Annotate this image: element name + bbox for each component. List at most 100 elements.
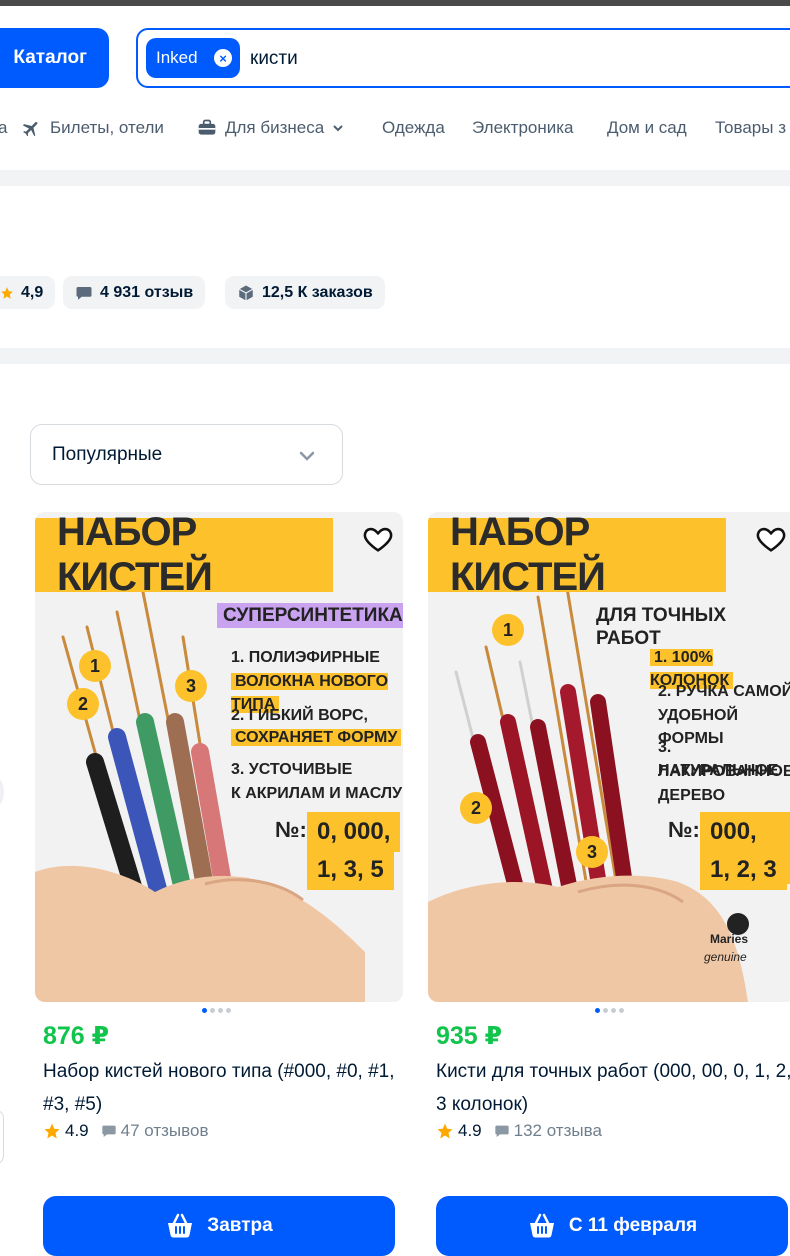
image-line-4: СОХРАНЯЕТ ФОРМУ: [231, 726, 402, 749]
image-no-label: №:: [275, 817, 307, 842]
search-query[interactable]: кисти: [250, 48, 298, 70]
image-pagination: [595, 1008, 624, 1013]
product-rating-value: 4.9: [65, 1121, 89, 1140]
image-line-1: 1. ПОЛИЭФИРНЫЕ: [231, 649, 380, 666]
nav-item-label: Для бизнеса: [225, 118, 325, 137]
product-price: 876 ₽: [43, 1022, 110, 1050]
carousel-prev-button[interactable]: [0, 774, 4, 810]
airplane-icon: [22, 122, 38, 137]
image-badge-1: 1: [79, 650, 111, 682]
comment-icon: [101, 1125, 116, 1137]
image-line-5: ЛАКИРОВАННОЕ: [658, 763, 790, 780]
reviews-badge[interactable]: 4 931 отзыв: [63, 276, 206, 309]
image-badge-3: 3: [576, 836, 608, 868]
nav-item-clothes[interactable]: Одежда: [382, 118, 445, 138]
category-nav: а Билеты, отели Для бизнеса Одежда Элект…: [0, 112, 790, 144]
image-badge-1: 1: [492, 614, 524, 646]
section-divider: [0, 170, 790, 186]
sort-select[interactable]: Популярные: [30, 424, 343, 485]
window-top-strip: [0, 0, 790, 6]
image-line-6: ДЕРЕВО: [658, 787, 726, 804]
pagination-dot[interactable]: [611, 1008, 616, 1013]
chip-remove-icon[interactable]: ×: [214, 49, 232, 67]
pagination-dot[interactable]: [595, 1008, 600, 1013]
star-icon: [44, 1123, 60, 1139]
section-divider: [0, 348, 790, 364]
product-card[interactable]: НАБОР КИСТЕЙ ДЛЯ ТОЧНЫХ РАБОТ 1. 100% КО…: [428, 512, 790, 1256]
product-rating[interactable]: 4.9 132 отзыва: [436, 1121, 602, 1141]
comment-icon: [76, 286, 92, 300]
image-line-3: 2. ГИБКИЙ ВОРС,: [231, 707, 368, 724]
nav-item-business[interactable]: Для бизнеса: [197, 118, 344, 138]
product-card[interactable]: НАБОР КИСТЕЙ СУПЕРСИНТЕТИКА 1. ПОЛИЭФИРН…: [35, 512, 405, 1256]
pagination-dot[interactable]: [226, 1008, 231, 1013]
image-no-label: №:: [668, 817, 700, 842]
image-line-4-text: СОХРАНЯЕТ ФОРМУ: [231, 729, 402, 746]
search-brand-chip[interactable]: Inked ×: [146, 38, 240, 78]
image-subtitle: СУПЕРСИНТЕТИКА: [217, 603, 403, 628]
pagination-dot[interactable]: [210, 1008, 215, 1013]
product-reviews-count: 47 отзывов: [120, 1121, 209, 1140]
image-pagination: [202, 1008, 231, 1013]
add-to-cart-button[interactable]: Завтра: [43, 1196, 395, 1256]
product-image[interactable]: НАБОР КИСТЕЙ СУПЕРСИНТЕТИКА 1. ПОЛИЭФИРН…: [35, 512, 403, 1002]
product-price: 935 ₽: [436, 1022, 503, 1050]
search-chip-label: Inked: [156, 48, 198, 67]
image-badge-3: 3: [175, 670, 207, 702]
image-badge-2: 2: [67, 688, 99, 720]
product-image[interactable]: НАБОР КИСТЕЙ ДЛЯ ТОЧНЫХ РАБОТ 1. 100% КО…: [428, 512, 790, 1002]
product-title[interactable]: Набор кистей нового типа (#000, #0, #1, …: [43, 1055, 403, 1121]
image-line-2: 2. РУЧКА САМОЙ: [658, 683, 790, 700]
box-icon: [238, 285, 254, 300]
product-title[interactable]: Кисти для точных работ (000, 00, 0, 1, 2…: [436, 1055, 790, 1121]
add-to-cart-label: Завтра: [207, 1215, 273, 1236]
image-sizes-2: 1, 3, 5: [307, 850, 394, 890]
basket-icon: [529, 1213, 554, 1238]
pagination-dot[interactable]: [603, 1008, 608, 1013]
image-brand: Maries: [710, 932, 749, 946]
nav-item-tickets[interactable]: Билеты, отели: [22, 118, 164, 138]
pagination-dot[interactable]: [218, 1008, 223, 1013]
nav-item-label: а: [0, 118, 8, 137]
pagination-dot[interactable]: [619, 1008, 624, 1013]
product-rating-value: 4.9: [458, 1121, 482, 1140]
sort-selected-label: Популярные: [52, 443, 163, 465]
orders-count: 12,5 К заказов: [262, 283, 373, 301]
comment-icon: [494, 1125, 509, 1137]
image-line-6: К АКРИЛАМ И МАСЛУ: [231, 785, 403, 802]
nav-item-0[interactable]: а: [0, 118, 7, 138]
briefcase-icon: [198, 119, 216, 135]
product-rating[interactable]: 4.9 47 отзывов: [43, 1121, 208, 1141]
image-banner: НАБОР КИСТЕЙ: [428, 512, 726, 599]
favorite-heart-icon[interactable]: [361, 522, 395, 556]
image-brand-sub: genuine: [704, 950, 747, 964]
nav-item-electronics[interactable]: Электроника: [472, 118, 574, 138]
nav-item-home[interactable]: Дом и сад: [607, 118, 687, 138]
image-badge-2: 2: [460, 792, 492, 824]
chevron-down-icon: [333, 125, 343, 132]
catalog-button[interactable]: Каталог: [0, 28, 109, 88]
image-subtitle: ДЛЯ ТОЧНЫХ РАБОТ: [596, 605, 727, 649]
basket-icon: [168, 1213, 193, 1238]
image-subtitle-text: СУПЕРСИНТЕТИКА: [217, 603, 403, 628]
nav-item-label: Дом и сад: [607, 118, 687, 137]
side-panel-edge: [0, 1110, 4, 1164]
image-line-5: 3. УСТОЧИВЫЕ: [231, 761, 353, 778]
favorite-heart-icon[interactable]: [754, 522, 788, 556]
rating-badge: 4,9: [0, 276, 56, 309]
nav-item-goods[interactable]: Товары з: [715, 118, 786, 138]
chevron-down-icon: [299, 451, 315, 461]
image-sizes-2: 1, 2, 3: [700, 850, 787, 890]
catalog-button-label: Каталог: [13, 47, 87, 68]
product-reviews-count: 132 отзыва: [513, 1121, 602, 1140]
star-icon: [1, 286, 13, 299]
star-icon: [437, 1123, 453, 1139]
search-input[interactable]: Inked × кисти: [136, 28, 790, 88]
nav-item-label: Электроника: [472, 118, 574, 137]
image-sizes-1: 0, 000,: [307, 812, 401, 852]
pagination-dot[interactable]: [202, 1008, 207, 1013]
reviews-count: 4 931 отзыв: [100, 283, 194, 301]
orders-badge: 12,5 К заказов: [225, 276, 385, 309]
nav-item-label: Одежда: [382, 118, 445, 137]
add-to-cart-button[interactable]: С 11 февраля: [436, 1196, 788, 1256]
